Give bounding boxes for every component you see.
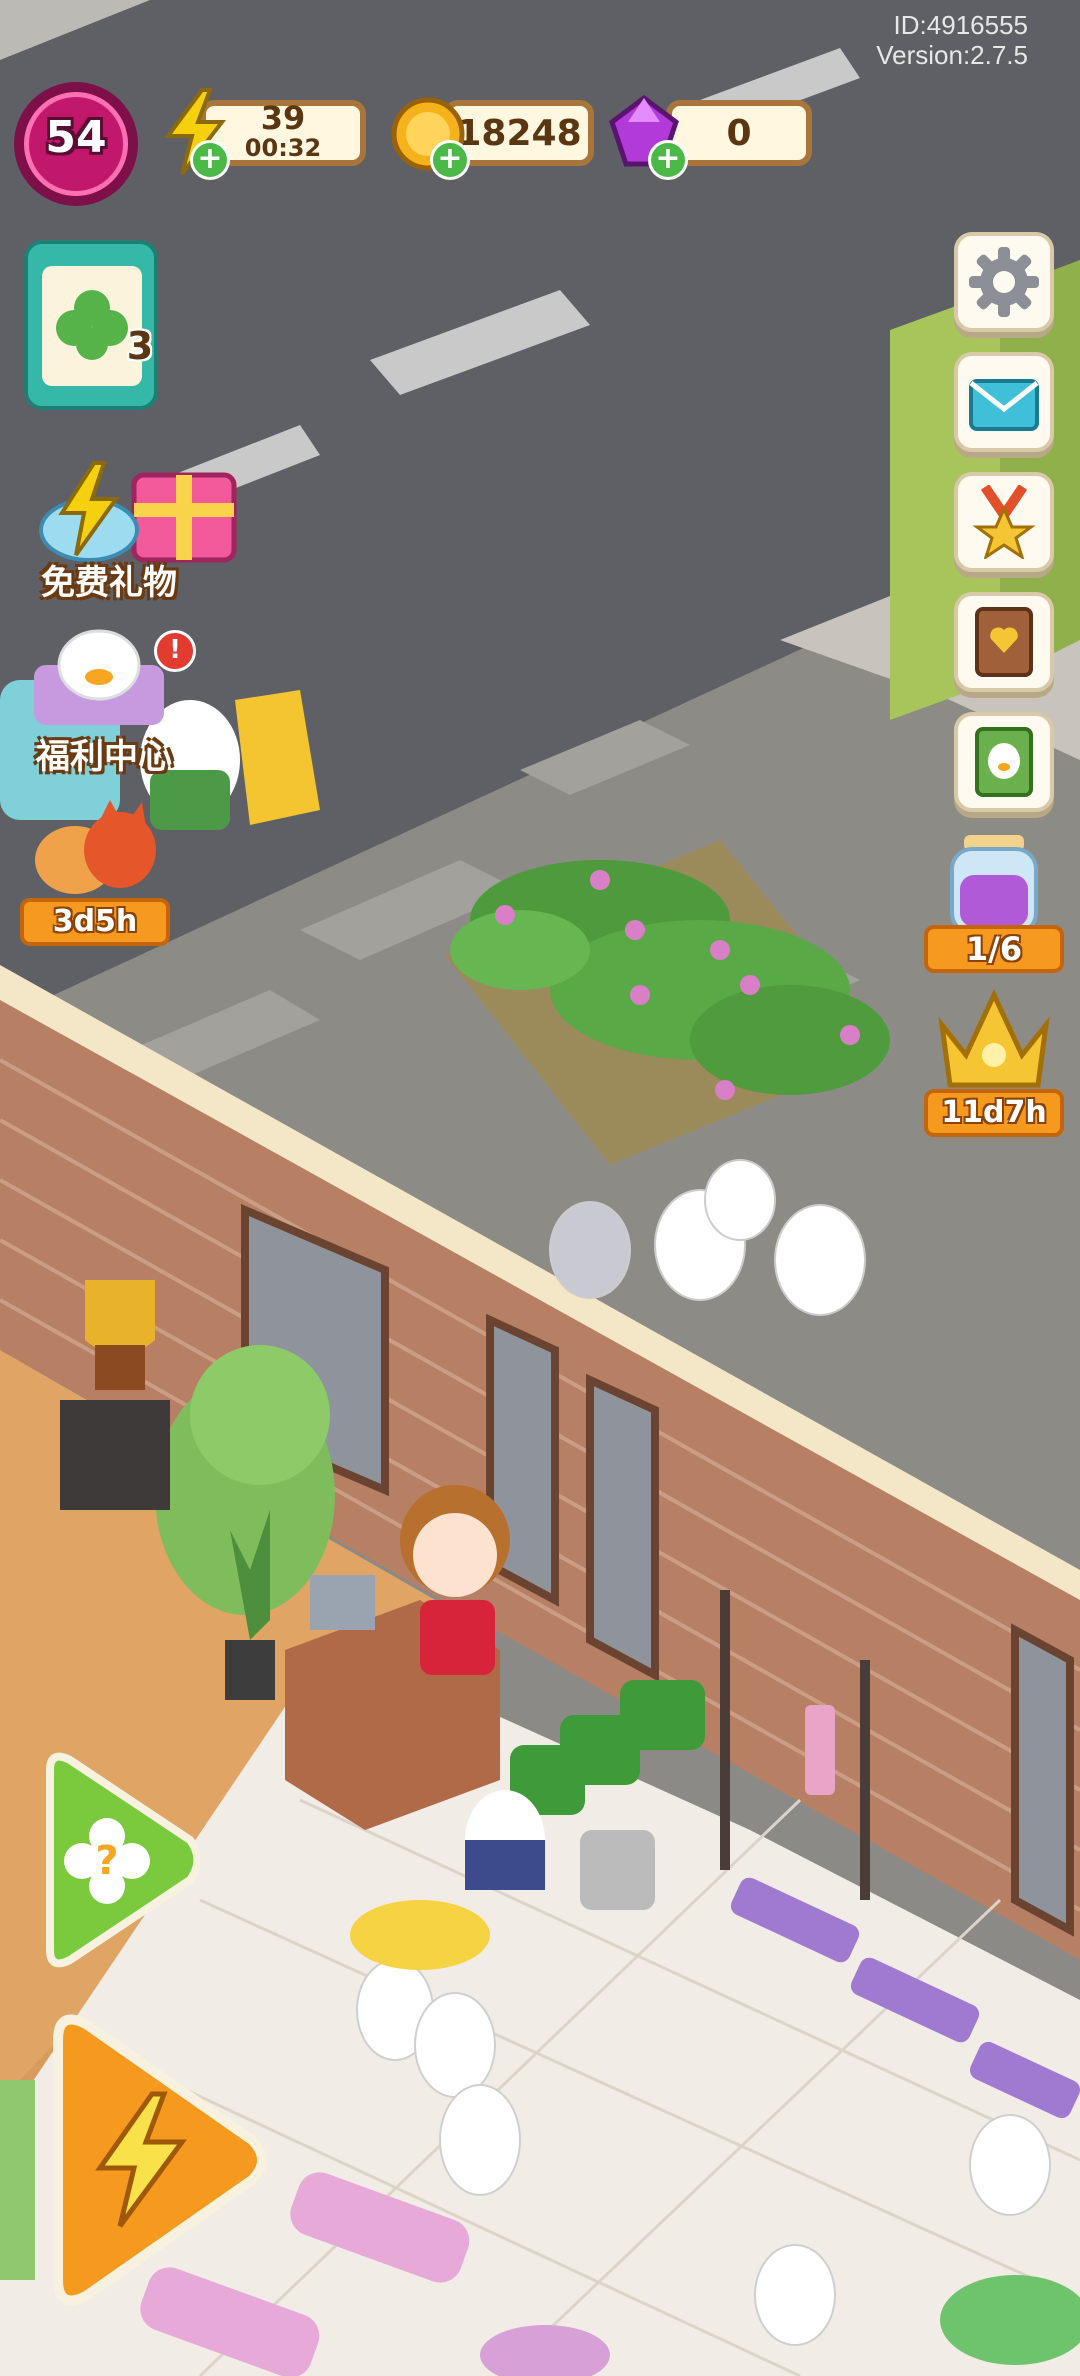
medal-button[interactable]: [954, 472, 1054, 572]
jar-progress: 1/6: [924, 925, 1064, 973]
candy-jar-icon: [946, 835, 1042, 935]
alert-badge-icon: !: [154, 630, 196, 672]
energy-value: 39: [260, 99, 306, 137]
crown-event-button[interactable]: 11d7h: [924, 985, 1064, 1145]
free-gift-button[interactable]: 免费礼物: [14, 445, 244, 605]
gems-value: 0: [726, 112, 752, 154]
event-button[interactable]: 3d5h: [20, 800, 170, 950]
player-id-text: ID:4916555: [893, 10, 1028, 40]
add-coins-button[interactable]: +: [430, 140, 470, 180]
free-gift-label: 免费礼物: [41, 563, 177, 603]
book-icon: [967, 605, 1041, 679]
settings-button[interactable]: [954, 232, 1054, 332]
question-icon: ?: [64, 1818, 150, 1904]
fox-hamster-icon: [30, 800, 160, 900]
add-gems-button[interactable]: +: [648, 140, 688, 180]
welfare-center-button[interactable]: ! 福利中心: [14, 625, 196, 777]
energy-timer: 00:32: [244, 134, 322, 162]
level-badge[interactable]: 54: [14, 82, 138, 206]
gear-icon: [967, 245, 1041, 319]
task-board-button[interactable]: 3: [24, 240, 158, 410]
event-timer: 3d5h: [20, 898, 170, 946]
boost-button[interactable]: [30, 2010, 270, 2310]
mail-icon: [967, 365, 1041, 439]
lightning-icon: [90, 2090, 190, 2230]
version-text: Version:2.7.5: [876, 40, 1028, 70]
medal-icon: [967, 484, 1041, 561]
book-button[interactable]: [954, 592, 1054, 692]
svg-text:?: ?: [95, 1838, 118, 1884]
level-value: 54: [45, 112, 107, 163]
mail-button[interactable]: [954, 352, 1054, 452]
add-energy-button[interactable]: +: [190, 140, 230, 180]
crown-timer: 11d7h: [924, 1089, 1064, 1137]
guide-book-icon: [967, 725, 1041, 799]
welfare-center-label: 福利中心: [36, 737, 172, 777]
duck-gifts-icon: [34, 625, 164, 735]
guide-book-button[interactable]: [954, 712, 1054, 812]
lightning-cup-icon: [34, 455, 144, 565]
crown-icon: [934, 985, 1054, 1095]
gems-counter[interactable]: 0: [666, 100, 812, 166]
jar-event-button[interactable]: 1/6: [924, 835, 1064, 975]
help-button[interactable]: ?: [30, 1750, 202, 1970]
coins-value: 18248: [456, 112, 582, 154]
task-count: 3: [126, 324, 154, 368]
